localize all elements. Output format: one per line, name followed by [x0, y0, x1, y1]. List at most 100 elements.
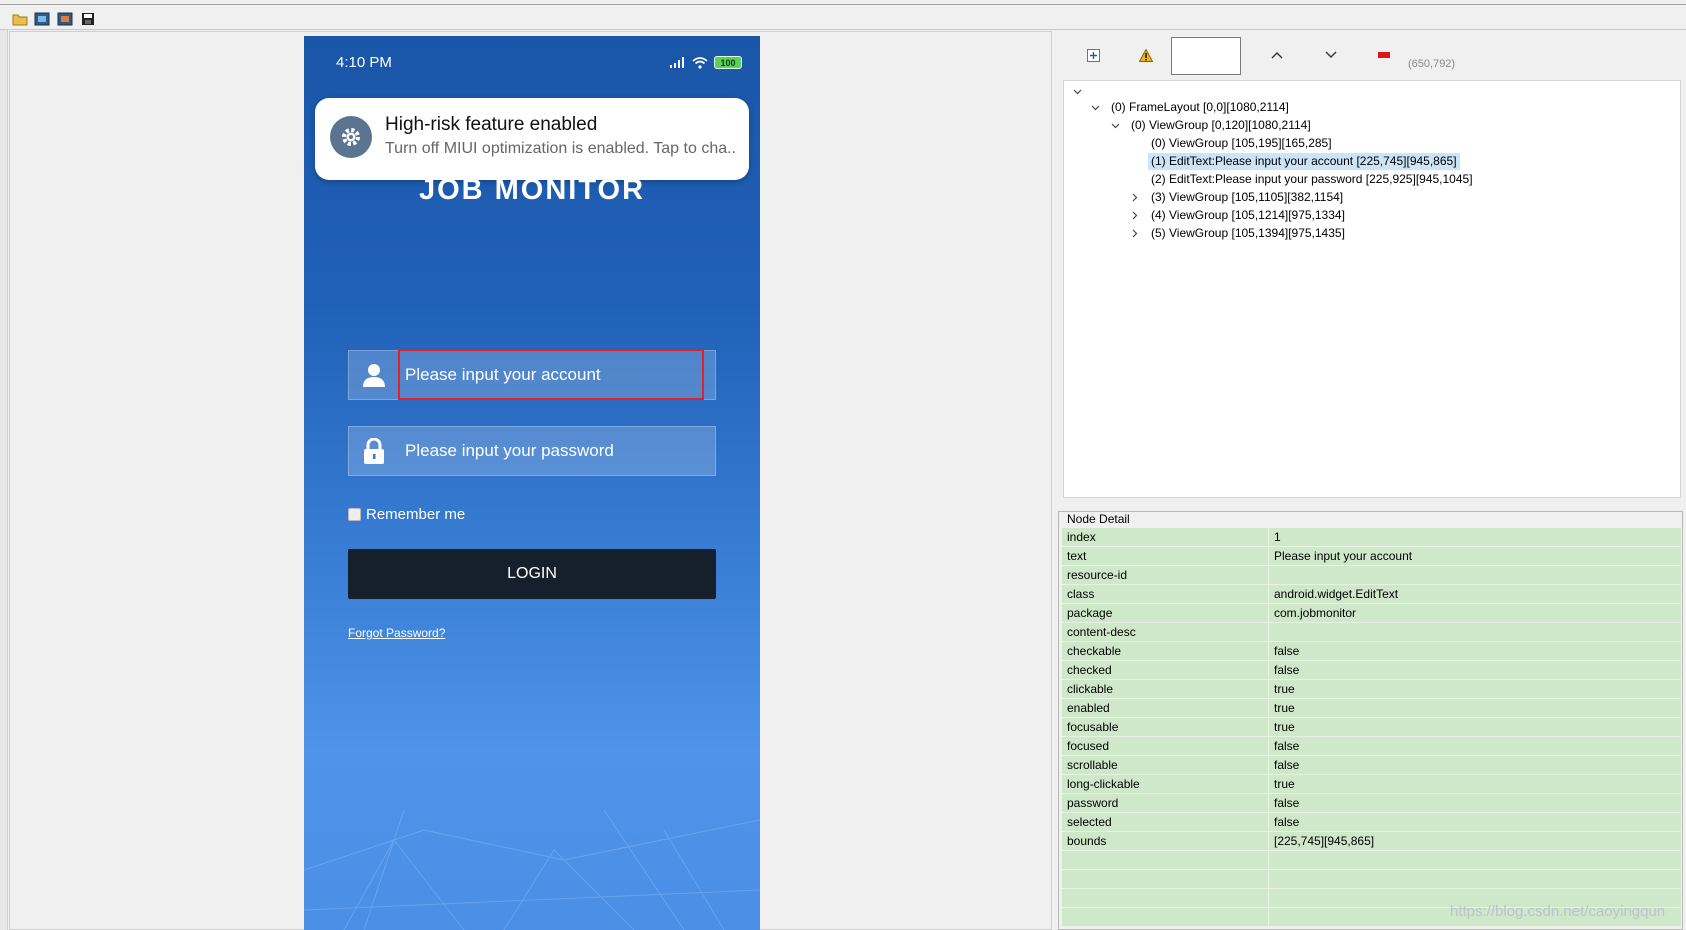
clear-icon[interactable]	[1375, 46, 1393, 64]
notification-card[interactable]: High-risk feature enabled Turn off MIUI …	[315, 98, 749, 180]
tree-root-toggle[interactable]	[1070, 83, 1090, 100]
password-input[interactable]: Please input your password	[348, 426, 716, 476]
detail-row-empty[interactable]	[1062, 870, 1681, 889]
node-tree[interactable]: (0) FrameLayout [0,0][1080,2114] (0) Vie…	[1063, 80, 1681, 498]
save-icon[interactable]	[79, 10, 96, 27]
detail-row[interactable]: package com.jobmonitor	[1062, 604, 1681, 623]
chevron-down-icon[interactable]	[1070, 83, 1084, 100]
detail-row[interactable]: content-desc	[1062, 623, 1681, 642]
chevron-right-icon[interactable]	[1128, 225, 1142, 242]
chevron-right-icon[interactable]	[1128, 207, 1142, 224]
detail-row[interactable]: resource-id	[1062, 566, 1681, 585]
tree-node[interactable]: (5) ViewGroup [105,1394][975,1435]	[1128, 225, 1348, 242]
detail-key: checked	[1062, 661, 1269, 680]
tree-node[interactable]: (0) ViewGroup [105,195][165,285]	[1128, 135, 1335, 152]
warning-icon[interactable]	[1137, 46, 1155, 64]
app-logo: JOB MONITOR	[418, 174, 646, 206]
detail-row[interactable]: text Please input your account	[1062, 547, 1681, 566]
detail-key	[1062, 908, 1269, 927]
detail-row[interactable]: password false	[1062, 794, 1681, 813]
detail-value: android.widget.EditText	[1274, 587, 1399, 601]
detail-key	[1062, 870, 1269, 889]
detail-row[interactable]: index 1	[1062, 528, 1681, 547]
main-toolbar	[0, 0, 1686, 30]
detail-key: password	[1062, 794, 1269, 813]
tree-node-label: (1) EditText:Please input your account […	[1148, 153, 1460, 170]
open-icon[interactable]	[11, 10, 28, 27]
detail-value: false	[1274, 815, 1300, 829]
detail-key: scrollable	[1062, 756, 1269, 775]
detail-row[interactable]: focused false	[1062, 737, 1681, 756]
tree-node-label: (4) ViewGroup [105,1214][975,1334]	[1151, 208, 1345, 222]
map-background-graphic	[304, 810, 760, 930]
tree-node[interactable]: (0) FrameLayout [0,0][1080,2114]	[1088, 99, 1292, 116]
remember-me-label: Remember me	[366, 506, 466, 523]
detail-value: false	[1274, 663, 1300, 677]
detail-key	[1062, 889, 1269, 908]
detail-row[interactable]: bounds [225,745][945,865]	[1062, 832, 1681, 851]
detail-row[interactable]: class android.widget.EditText	[1062, 585, 1681, 604]
detail-key	[1062, 851, 1269, 870]
detail-row[interactable]: long-clickable true	[1062, 775, 1681, 794]
detail-value: false	[1274, 739, 1300, 753]
detail-row[interactable]: scrollable false	[1062, 756, 1681, 775]
detail-value: true	[1274, 701, 1295, 715]
chevron-down-icon[interactable]	[1322, 46, 1340, 64]
password-placeholder: Please input your password	[405, 441, 614, 460]
detail-key: bounds	[1062, 832, 1269, 851]
detail-value: false	[1274, 644, 1300, 658]
detail-value: [225,745][945,865]	[1274, 834, 1375, 848]
tree-node[interactable]: (4) ViewGroup [105,1214][975,1334]	[1128, 207, 1348, 224]
detail-key: resource-id	[1062, 566, 1269, 585]
signal-icon	[670, 57, 684, 68]
wifi-icon	[692, 56, 708, 69]
detail-key: content-desc	[1062, 623, 1269, 642]
watermark: https://blog.csdn.net/caoyingqun	[1450, 903, 1666, 920]
detail-row[interactable]: enabled true	[1062, 699, 1681, 718]
detail-key: focused	[1062, 737, 1269, 756]
remember-me-checkbox[interactable]	[348, 508, 361, 521]
tree-node-label: (3) ViewGroup [105,1105][382,1154]	[1151, 190, 1344, 204]
detail-key: long-clickable	[1062, 775, 1269, 794]
detail-value: com.jobmonitor	[1274, 606, 1357, 620]
battery-indicator: 100	[714, 56, 742, 69]
chevron-down-icon[interactable]	[1088, 99, 1102, 116]
forgot-password-link[interactable]: Forgot Password?	[348, 626, 445, 640]
detail-row[interactable]: selected false	[1062, 813, 1681, 832]
status-bar-icons: 100	[670, 56, 742, 69]
detail-key: class	[1062, 585, 1269, 604]
login-button[interactable]: LOGIN	[348, 549, 716, 599]
detail-value: 1	[1274, 530, 1281, 544]
detail-row[interactable]: focusable true	[1062, 718, 1681, 737]
detail-key: text	[1062, 547, 1269, 566]
detail-value	[1269, 870, 1681, 889]
detail-value	[1269, 851, 1681, 870]
remember-me-row[interactable]: Remember me	[348, 506, 465, 523]
detail-value: true	[1274, 777, 1295, 791]
detail-key: enabled	[1062, 699, 1269, 718]
detail-row-empty[interactable]	[1062, 851, 1681, 870]
selected-node-highlight	[398, 349, 704, 400]
search-input[interactable]	[1171, 37, 1241, 75]
chevron-down-icon[interactable]	[1108, 117, 1122, 134]
detail-value: true	[1274, 720, 1295, 734]
node-detail-title: Node Detail	[1064, 512, 1133, 526]
tree-node[interactable]: (3) ViewGroup [105,1105][382,1154]	[1128, 189, 1346, 206]
detail-row[interactable]: checkable false	[1062, 642, 1681, 661]
device-screen[interactable]: 4:10 PM 100 High-risk feature enabled Tu…	[304, 36, 760, 930]
chevron-up-icon[interactable]	[1268, 46, 1286, 64]
screenshot-compressed-icon[interactable]	[56, 10, 73, 27]
left-edge-strip	[0, 30, 8, 930]
expand-all-icon[interactable]	[1084, 46, 1102, 64]
tree-node-selected[interactable]: (1) EditText:Please input your account […	[1128, 153, 1460, 170]
notification-title: High-risk feature enabled	[385, 114, 598, 135]
tree-node[interactable]: (2) EditText:Please input your password …	[1128, 171, 1476, 188]
node-detail-table[interactable]: index 1 text Please input your account resou…	[1062, 528, 1681, 927]
chevron-right-icon[interactable]	[1128, 189, 1142, 206]
detail-row[interactable]: clickable true	[1062, 680, 1681, 699]
screenshot-icon[interactable]	[33, 10, 50, 27]
detail-row[interactable]: checked false	[1062, 661, 1681, 680]
tree-node[interactable]: (0) ViewGroup [0,120][1080,2114]	[1108, 117, 1314, 134]
detail-value: true	[1274, 682, 1295, 696]
tree-node-label: (0) FrameLayout [0,0][1080,2114]	[1111, 100, 1289, 114]
